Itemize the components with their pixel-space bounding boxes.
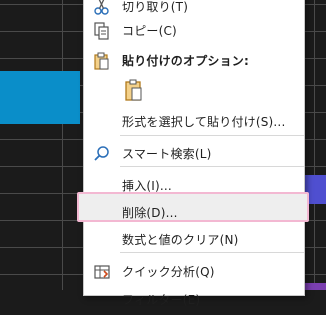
scissors-icon [92, 0, 112, 17]
context-menu: 切り取り(T) コピー(C) 貼り付けのオプション: 形式を選択して貼り付け(S… [77, 0, 309, 307]
menu-separator [120, 166, 304, 167]
menu-item-label: スマート検索(L) [122, 147, 212, 161]
search-icon [92, 144, 112, 164]
menu-item-label: 切り取り(T) [122, 0, 189, 14]
menu-item-label: 形式を選択して貼り付け(S)... [122, 115, 286, 129]
copy-icon [92, 21, 112, 41]
quick-analysis-icon [92, 262, 112, 282]
menu-item-clear-contents[interactable]: 数式と値のクリア(N) [84, 225, 304, 255]
menu-item-delete[interactable]: 削除(D)... [84, 198, 304, 228]
selected-cell-range[interactable] [0, 71, 80, 124]
menu-item-label: コピー(C) [122, 24, 177, 38]
menu-separator [120, 252, 304, 253]
paste-options-header: 貼り付けのオプション: [84, 46, 304, 76]
menu-item-label: フィルター(E) [122, 293, 201, 307]
clipboard-icon [92, 51, 112, 71]
menu-item-smart-lookup[interactable]: スマート検索(L) [84, 139, 304, 169]
menu-item-label: 削除(D)... [122, 206, 178, 220]
menu-item-label: 数式と値のクリア(N) [122, 233, 239, 247]
menu-item-paste-special[interactable]: 形式を選択して貼り付け(S)... [84, 107, 304, 137]
menu-item-quick-analysis[interactable]: クイック分析(Q) [84, 257, 304, 287]
menu-item-copy[interactable]: コピー(C) [84, 16, 304, 46]
menu-separator [120, 135, 304, 136]
paste-option-button[interactable] [120, 77, 148, 105]
menu-item-label: クイック分析(Q) [122, 265, 215, 279]
menu-item-label: 貼り付けのオプション: [122, 54, 249, 68]
